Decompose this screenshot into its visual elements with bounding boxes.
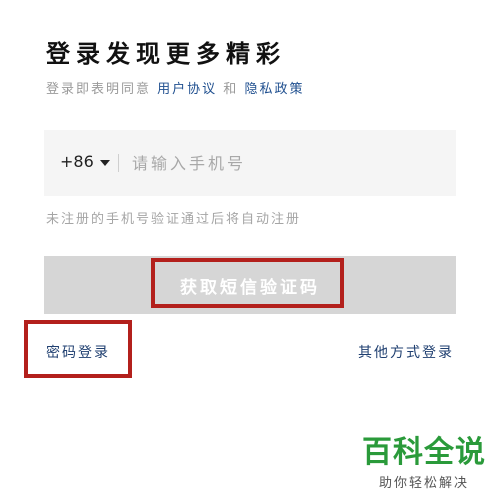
page-title: 登录发现更多精彩 bbox=[46, 40, 286, 68]
get-verification-code-label: 获取短信验证码 bbox=[180, 278, 320, 298]
phone-input-container: +86 bbox=[44, 130, 456, 196]
other-login-methods-link[interactable]: 其他方式登录 bbox=[358, 342, 454, 362]
watermark-main-text: 百科全说 bbox=[362, 435, 486, 470]
user-agreement-link[interactable]: 用户协议 bbox=[157, 82, 217, 97]
watermark-sub-text: 助你轻松解决 bbox=[378, 476, 469, 491]
country-code-label: +86 bbox=[60, 152, 94, 171]
auto-register-hint: 未注册的手机号验证通过后将自动注册 bbox=[46, 212, 302, 227]
agreement-prefix: 登录即表明同意 bbox=[46, 82, 158, 97]
watermark-logo: 百科全说 助你轻松解决 bbox=[362, 435, 486, 492]
password-login-button[interactable]: 密码登录 bbox=[24, 320, 132, 378]
input-divider bbox=[118, 154, 119, 172]
phone-number-input[interactable] bbox=[132, 148, 432, 178]
get-verification-code-button[interactable]: 获取短信验证码 bbox=[44, 256, 456, 314]
country-code-selector[interactable]: +86 bbox=[60, 152, 110, 171]
privacy-policy-link[interactable]: 隐私政策 bbox=[244, 82, 304, 97]
caret-down-icon bbox=[99, 159, 110, 166]
login-screen: 登录发现更多精彩 登录即表明同意 用户协议 和 隐私政策 +86 未注册的手机号… bbox=[0, 0, 500, 500]
password-login-label: 密码登录 bbox=[46, 345, 110, 361]
agreement-text: 登录即表明同意 用户协议 和 隐私政策 bbox=[46, 78, 304, 97]
agreement-conjunction: 和 bbox=[223, 82, 245, 97]
